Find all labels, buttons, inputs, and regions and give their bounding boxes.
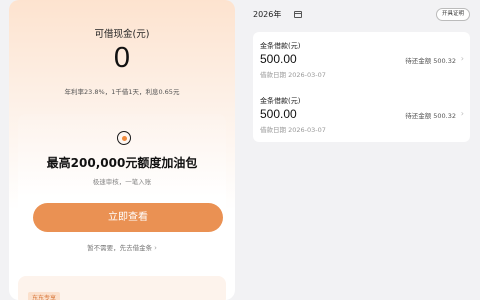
loan-item[interactable]: 金条借款(元) 500.00 借款日期 2026-03-07 待还金额 500.… <box>253 32 470 87</box>
loan-title: 金条借款(元) <box>260 97 301 105</box>
chevron-right-icon: › <box>460 109 464 118</box>
loan-amount: 500.00 <box>260 107 297 121</box>
loan-records-panel: 2026年 开具证明 金条借款(元) 500.00 借款日期 2026-03-0… <box>245 0 474 300</box>
loan-amount: 500.00 <box>260 52 297 66</box>
chevron-right-icon: › <box>460 54 464 63</box>
credit-amount: 0 <box>113 42 131 74</box>
promo-subtitle: 极速审核，一笔入账 <box>92 178 152 186</box>
year-selector[interactable]: 2026年 <box>253 9 281 20</box>
skip-borrow-label: 暂不需要，先去借金条 <box>87 244 153 252</box>
exclusive-tag: 东东专享 <box>28 292 61 300</box>
interest-rate-text: 年利率23.8%，1千借1天，利息0.65元 <box>64 88 180 96</box>
year-filter-row: 2026年 开具证明 <box>253 8 470 22</box>
credit-panel: 可借现金(元) 0 年利率23.8%，1千借1天，利息0.65元 最高200,0… <box>9 0 235 300</box>
exclusive-offer-card[interactable]: 东东专享 <box>18 276 226 300</box>
calendar-icon[interactable] <box>294 11 302 18</box>
loan-due-amount: 待还金额 500.32 <box>405 112 456 120</box>
view-now-button[interactable]: 立即查看 <box>33 203 223 232</box>
loan-list: 金条借款(元) 500.00 借款日期 2026-03-07 待还金额 500.… <box>253 32 470 142</box>
loan-date: 借款日期 2026-03-07 <box>260 71 326 79</box>
credit-summary: 可借现金(元) 0 年利率23.8%，1千借1天，利息0.65元 <box>9 0 235 110</box>
loan-date: 借款日期 2026-03-07 <box>260 126 326 134</box>
issue-certificate-button[interactable]: 开具证明 <box>436 8 470 21</box>
credit-label: 可借现金(元) <box>94 29 150 40</box>
loan-due-amount: 待还金额 500.32 <box>405 57 456 65</box>
coin-icon <box>117 131 131 145</box>
chevron-right-icon: › <box>154 244 157 252</box>
loan-title: 金条借款(元) <box>260 42 301 50</box>
skip-borrow-link[interactable]: 暂不需要，先去借金条 › <box>18 242 226 252</box>
loan-item[interactable]: 金条借款(元) 500.00 借款日期 2026-03-07 待还金额 500.… <box>253 87 470 142</box>
promo-title: 最高200,000元额度加油包 <box>46 156 198 170</box>
credit-boost-promo-card: 最高200,000元额度加油包 极速审核，一笔入账 立即查看 暂不需要，先去借金… <box>18 114 226 264</box>
